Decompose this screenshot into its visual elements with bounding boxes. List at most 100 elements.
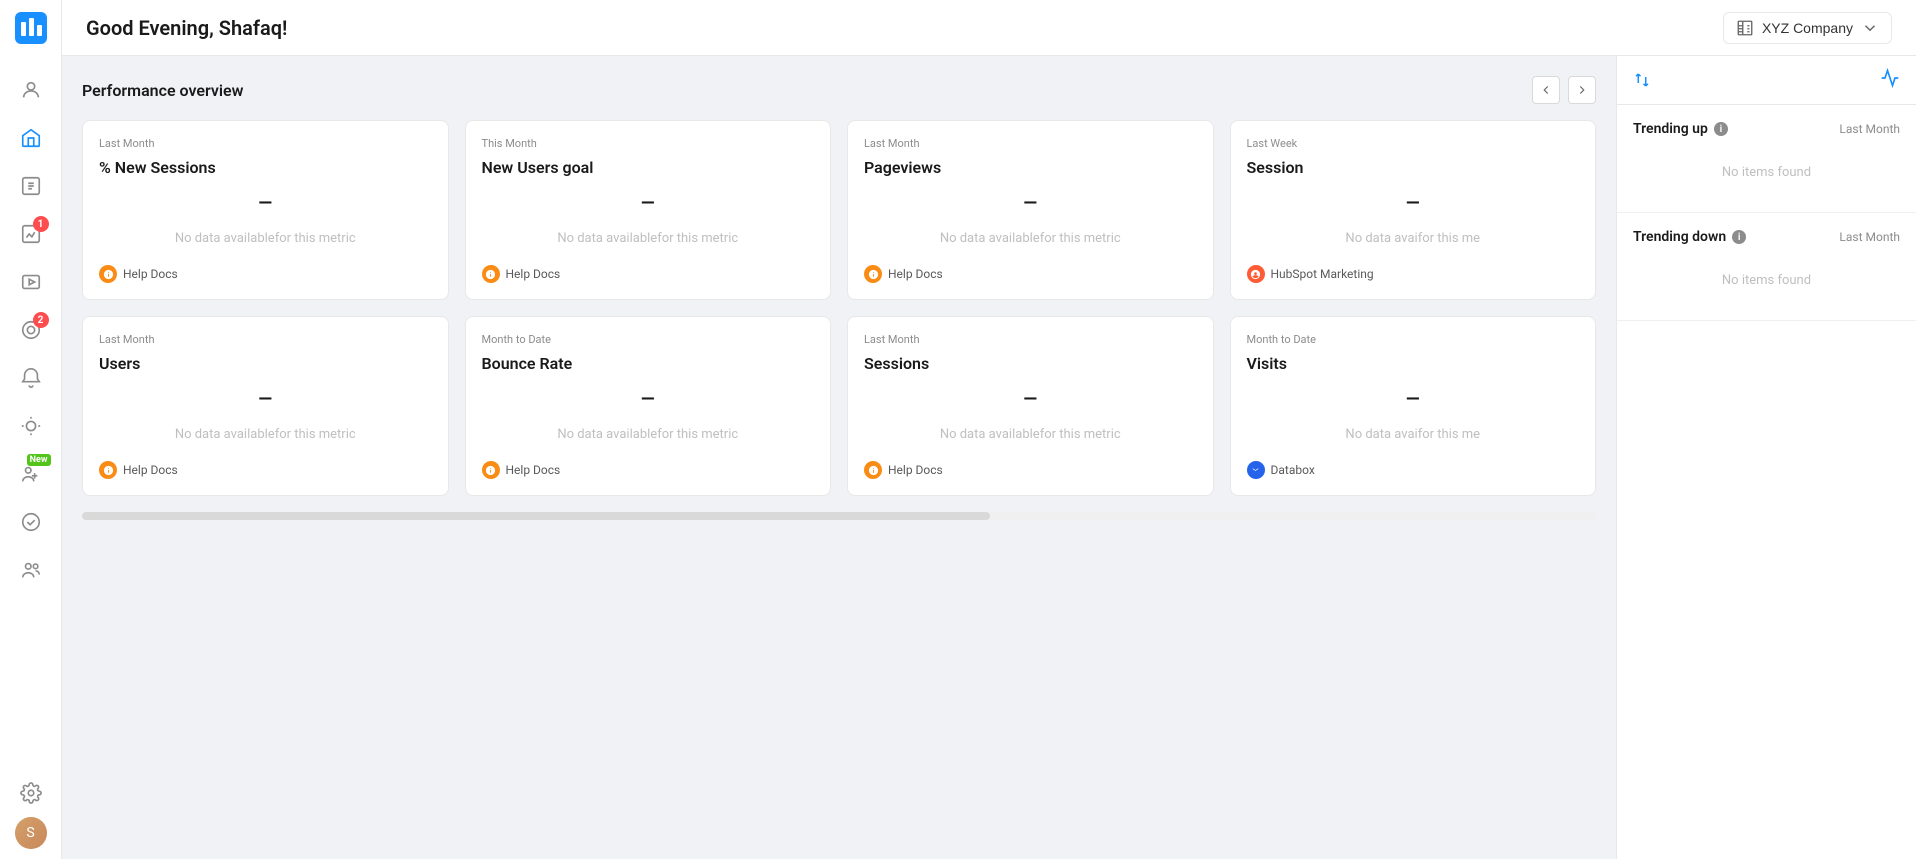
sidebar-item-media[interactable] [9, 260, 53, 304]
metric-title: Pageviews [864, 158, 1197, 177]
metric-footer[interactable]: HubSpot Marketing [1247, 253, 1580, 283]
metric-footer[interactable]: Help Docs [99, 449, 432, 479]
metric-card-session: Last Week Session — No data avaifor this… [1230, 120, 1597, 300]
sort-toggle-button[interactable] [1633, 71, 1651, 89]
sort-icon [1633, 71, 1651, 89]
metric-dash: — [258, 389, 272, 410]
metric-dash: — [1023, 193, 1037, 214]
activity-icon [1880, 68, 1900, 88]
sidebar-item-settings[interactable] [9, 771, 53, 815]
metric-footer[interactable]: Help Docs [482, 253, 815, 283]
trending-up-info-icon[interactable]: i [1714, 122, 1728, 136]
trending-down-header: Trending down i Last Month [1633, 229, 1900, 245]
metric-dash: — [1406, 389, 1420, 410]
metric-card-pageviews: Last Month Pageviews — No data available… [847, 120, 1214, 300]
metrics-row-1: Last Month % New Sessions — No data avai… [82, 120, 1596, 300]
metric-footer-label: HubSpot Marketing [1271, 267, 1374, 281]
metrics-row-2: Last Month Users — No data availablefor … [82, 316, 1596, 496]
metric-period: Last Month [99, 333, 432, 346]
scrollbar-thumb [82, 512, 990, 520]
sidebar-item-numbers[interactable] [9, 164, 53, 208]
goals-badge: 2 [33, 312, 49, 328]
right-panel-header [1617, 56, 1916, 105]
horizontal-scrollbar[interactable] [82, 512, 1596, 520]
metric-card-new-users-goal: This Month New Users goal — No data avai… [465, 120, 832, 300]
dashboard-main: Performance overview [62, 56, 1616, 859]
metric-footer[interactable]: Help Docs [99, 253, 432, 283]
helpdocs-icon [482, 461, 500, 479]
metric-footer-label: Help Docs [888, 267, 943, 281]
metric-content: — No data availablefor this metric [99, 389, 432, 449]
metric-footer[interactable]: Help Docs [864, 449, 1197, 479]
activity-button[interactable] [1880, 68, 1900, 92]
sidebar-item-people-new[interactable]: New [9, 452, 53, 496]
avatar[interactable]: S [15, 817, 47, 849]
metric-content: — No data avaifor this me [1247, 389, 1580, 449]
metric-card-visits: Month to Date Visits — No data avaifor t… [1230, 316, 1597, 496]
metric-no-data: No data availablefor this metric [940, 226, 1121, 253]
reports-badge: 1 [33, 216, 49, 232]
content-area: Performance overview [62, 56, 1916, 859]
sidebar-item-check[interactable] [9, 500, 53, 544]
metric-footer-label: Help Docs [123, 267, 178, 281]
app-logo[interactable] [13, 10, 49, 46]
metric-period: Last Month [99, 137, 432, 150]
helpdocs-icon [482, 265, 500, 283]
trending-up-title: Trending up i [1633, 121, 1728, 137]
metric-footer[interactable]: Help Docs [482, 449, 815, 479]
metric-title: Session [1247, 158, 1580, 177]
metric-card-users: Last Month Users — No data availablefor … [82, 316, 449, 496]
metric-period: This Month [482, 137, 815, 150]
sidebar-item-alerts[interactable] [9, 356, 53, 400]
top-bar: Good Evening, Shafaq! XYZ Company [62, 0, 1916, 56]
metric-content: — No data availablefor this metric [482, 389, 815, 449]
company-selector[interactable]: XYZ Company [1723, 12, 1892, 44]
nav-next-button[interactable] [1568, 76, 1596, 104]
metric-footer[interactable]: Databox [1247, 449, 1580, 479]
metric-dash: — [641, 193, 655, 214]
trending-up-section: Trending up i Last Month No items found [1617, 105, 1916, 213]
main-wrapper: Good Evening, Shafaq! XYZ Company Perfor… [62, 0, 1916, 859]
metric-dash: — [641, 389, 655, 410]
helpdocs-icon [99, 461, 117, 479]
sidebar-item-notifications[interactable] [9, 404, 53, 448]
metric-period: Last Month [864, 137, 1197, 150]
nav-prev-button[interactable] [1532, 76, 1560, 104]
chevron-down-icon [1861, 19, 1879, 37]
metric-no-data: No data avaifor this me [1345, 422, 1480, 449]
helpdocs-icon [864, 461, 882, 479]
metric-title: Sessions [864, 354, 1197, 373]
sidebar-item-goals[interactable]: 2 [9, 308, 53, 352]
metric-footer-label: Help Docs [888, 463, 943, 477]
metric-content: — No data availablefor this metric [864, 389, 1197, 449]
trending-down-title: Trending down i [1633, 229, 1746, 245]
trending-down-info-icon[interactable]: i [1732, 230, 1746, 244]
greeting-text: Good Evening, Shafaq! [86, 16, 287, 40]
company-name: XYZ Company [1762, 20, 1853, 36]
trending-up-no-items: No items found [1633, 149, 1900, 196]
metric-footer-label: Help Docs [123, 463, 178, 477]
chevron-right-icon [1575, 83, 1589, 97]
sidebar-item-home[interactable] [9, 116, 53, 160]
metric-footer[interactable]: Help Docs [864, 253, 1197, 283]
section-title: Performance overview [82, 81, 243, 100]
trending-up-header: Trending up i Last Month [1633, 121, 1900, 137]
metric-no-data: No data avaifor this me [1345, 226, 1480, 253]
metric-title: Visits [1247, 354, 1580, 373]
sidebar: 1 2 New [0, 0, 62, 859]
metric-dash: — [1406, 193, 1420, 214]
sidebar-item-reports[interactable]: 1 [9, 212, 53, 256]
metric-no-data: No data availablefor this metric [557, 226, 738, 253]
metric-card-new-sessions: Last Month % New Sessions — No data avai… [82, 120, 449, 300]
sidebar-item-team[interactable] [9, 548, 53, 592]
metric-period: Month to Date [482, 333, 815, 346]
sidebar-item-profile[interactable] [9, 68, 53, 112]
hubspot-icon [1247, 265, 1265, 283]
trending-down-period: Last Month [1839, 230, 1900, 244]
helpdocs-icon [99, 265, 117, 283]
metric-title: New Users goal [482, 158, 815, 177]
metric-footer-label: Databox [1271, 463, 1315, 477]
helpdocs-icon [864, 265, 882, 283]
metric-no-data: No data availablefor this metric [175, 422, 356, 449]
metric-content: — No data availablefor this metric [99, 193, 432, 253]
